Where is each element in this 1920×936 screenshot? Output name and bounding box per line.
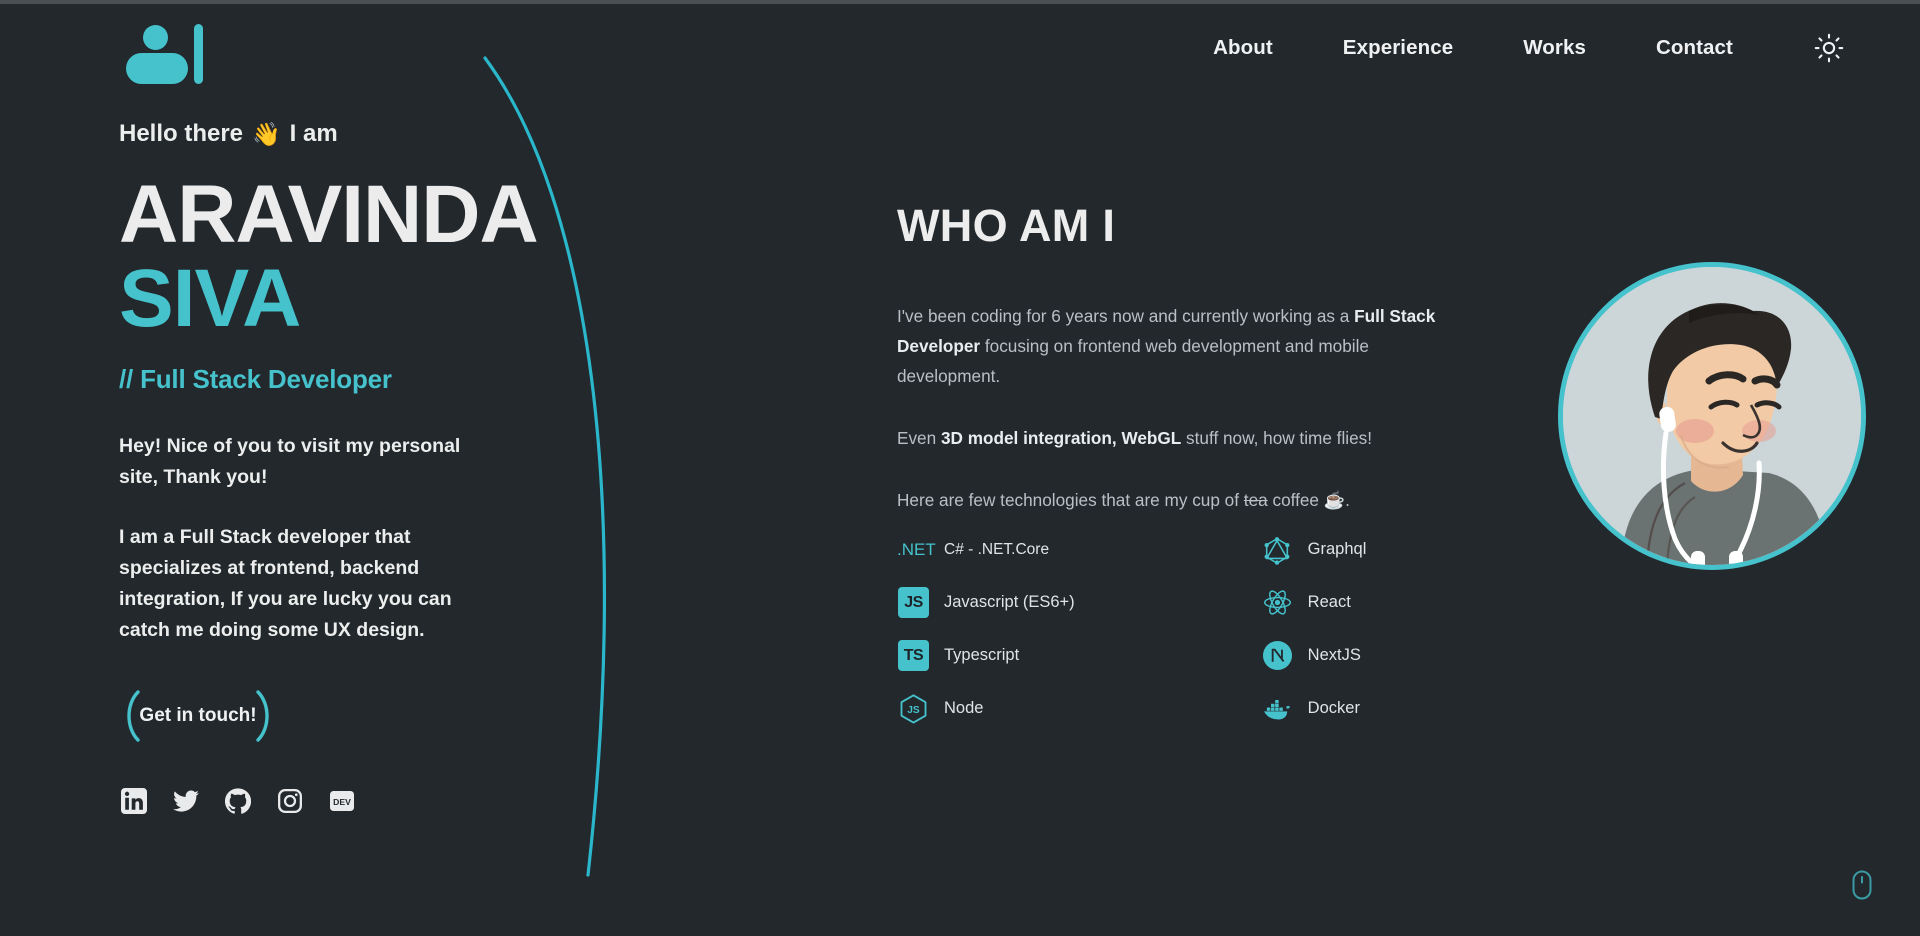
technology-list: .NET C# - .NET.Core JS Javascript (ES6+)…: [897, 533, 1366, 725]
tech-item-graphql: Graphql: [1261, 533, 1367, 566]
instagram-icon[interactable]: [277, 788, 303, 814]
tech-label-docker: Docker: [1307, 699, 1360, 717]
hero-paragraph-1: Hey! Nice of you to visit my personal si…: [119, 434, 461, 488]
who-p2-part-c: stuff now, how time flies!: [1181, 428, 1373, 449]
nextjs-icon: [1261, 639, 1294, 672]
tech-label-graphql: Graphql: [1307, 540, 1367, 558]
tech-item-nextjs: NextJS: [1261, 639, 1367, 672]
tech-item-node: JS Node: [897, 692, 1075, 725]
sun-icon[interactable]: [1812, 31, 1846, 65]
typescript-icon: TS: [897, 639, 930, 672]
dotnet-icon-text: .NET: [897, 539, 936, 559]
tech-label-typescript: Typescript: [944, 646, 1020, 664]
tech-item-react: React: [1261, 586, 1367, 619]
hero-greeting-before: Hello there: [119, 120, 244, 147]
graphql-icon: [1261, 533, 1294, 566]
nav-item-about[interactable]: About: [1178, 30, 1308, 66]
github-icon[interactable]: [224, 787, 252, 814]
coffee-icon: ☕: [1323, 490, 1346, 510]
hero-greeting: Hello there 👋 I am: [119, 120, 679, 148]
who-p2-part-a: Even: [897, 428, 941, 449]
social-links: DEV: [121, 787, 679, 814]
logo-head-shape: [143, 25, 168, 50]
tech-item-dotnet: .NET C# - .NET.Core: [897, 533, 1075, 566]
nodejs-icon: JS: [897, 692, 930, 725]
site-logo[interactable]: [126, 20, 203, 84]
tech-label-nextjs: NextJS: [1307, 646, 1361, 664]
tech-label-node: Node: [944, 699, 984, 717]
tech-label-dotnet: C# - .NET.Core: [944, 540, 1050, 558]
who-p3-part-b: coffee: [1267, 490, 1324, 510]
nav-item-contact[interactable]: Contact: [1621, 30, 1768, 66]
hero-paragraph-2: I am a Full Stack developer that special…: [119, 526, 452, 641]
hero-role: // Full Stack Developer: [119, 363, 392, 394]
hero-first-name: ARAVINDA: [119, 169, 539, 260]
get-in-touch-button[interactable]: Get in touch!: [122, 688, 274, 744]
who-p3-part-c: .: [1345, 490, 1350, 510]
javascript-icon: JS: [897, 586, 930, 619]
tech-item-docker: Docker: [1261, 692, 1367, 725]
tech-label-react: React: [1307, 593, 1351, 611]
technology-column-left: .NET C# - .NET.Core JS Javascript (ES6+)…: [897, 533, 1075, 725]
avatar: [1558, 262, 1866, 570]
get-in-touch-label: Get in touch!: [139, 704, 257, 726]
twitter-icon[interactable]: [173, 788, 199, 814]
who-am-i-section: WHO AM I I've been coding for 6 years no…: [897, 200, 1457, 516]
site-header: About Experience Works Contact: [0, 4, 1920, 96]
who-p2-highlight: 3D model integration, WebGL: [940, 428, 1182, 449]
nav-item-works[interactable]: Works: [1488, 30, 1621, 66]
tech-item-typescript: TS Typescript: [897, 639, 1075, 672]
hero-greeting-after: I am: [289, 120, 338, 147]
docker-icon: [1261, 692, 1294, 725]
tech-label-javascript: Javascript (ES6+): [944, 593, 1075, 611]
tech-item-javascript: JS Javascript (ES6+): [897, 586, 1075, 619]
linkedin-icon[interactable]: [121, 787, 147, 814]
devto-icon[interactable]: DEV: [329, 788, 355, 814]
react-icon: [1261, 586, 1294, 619]
waving-hand-icon: 👋: [252, 120, 281, 147]
who-p3-part-a: Here are few technologies that are my cu…: [897, 490, 1244, 510]
main-navigation: About Experience Works Contact: [1178, 30, 1866, 66]
svg-text:DEV: DEV: [333, 796, 351, 806]
hero-last-name: SIVA: [119, 252, 301, 344]
logo-bar-shape: [194, 24, 203, 84]
hero-section: Hello there 👋 I am ARAVINDA SIVA // Full…: [119, 120, 679, 814]
avatar-illustration: [1563, 267, 1861, 565]
nav-item-experience[interactable]: Experience: [1308, 30, 1488, 66]
logo-body-shape: [126, 53, 188, 84]
who-p3-strikethrough: tea: [1243, 490, 1268, 510]
who-paragraph-2: Even 3D model integration, WebGL stuff n…: [897, 424, 1445, 454]
mouse-scroll-icon[interactable]: [1852, 870, 1872, 900]
who-paragraph-3: Here are few technologies that are my cu…: [897, 486, 1445, 516]
who-am-i-title: WHO AM I: [897, 200, 1116, 251]
dotnet-icon: .NET: [897, 533, 936, 566]
page-title: ARAVINDA SIVA: [119, 169, 679, 344]
typescript-icon-text: TS: [898, 640, 929, 671]
javascript-icon-text: JS: [898, 587, 929, 618]
technology-column-right: Graphql React NextJS Docker: [1261, 533, 1367, 725]
who-p1-part-a: I've been coding for 6 years now and cur…: [897, 306, 1355, 326]
who-paragraph-1: I've been coding for 6 years now and cur…: [897, 302, 1445, 391]
svg-text:JS: JS: [907, 705, 920, 716]
